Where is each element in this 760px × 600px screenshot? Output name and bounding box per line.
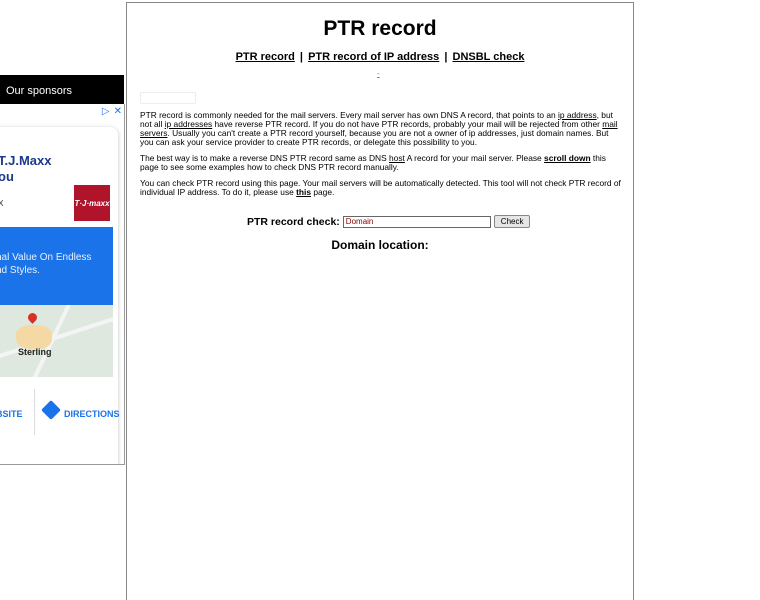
nav-separator: | [299, 51, 303, 63]
nav-link-ptr-ip[interactable]: PTR record of IP address [308, 51, 439, 63]
ad-map[interactable]: Sterling [0, 305, 113, 377]
map-area [16, 325, 52, 349]
website-button[interactable]: BSITE [0, 409, 23, 419]
main-content: PTR record PTR record | PTR record of IP… [126, 2, 634, 600]
nav-link-ptr-record[interactable]: PTR record [236, 51, 295, 63]
text: . Usually you can't create a PTR record … [140, 128, 609, 147]
tiny-link[interactable]: - [377, 69, 380, 78]
divider [34, 389, 35, 435]
ptr-check-label: PTR record check: [247, 215, 340, 228]
tool-paragraph: You can check PTR record using this page… [140, 179, 622, 197]
best-way-paragraph: The best way is to make a reverse DNS PT… [140, 154, 622, 172]
domain-location-heading: Domain location: [331, 238, 429, 252]
ad-promo[interactable]: nal Value On Endless nd Styles. [0, 227, 113, 305]
nav-link-dnsbl[interactable]: DNSBL check [453, 51, 525, 63]
close-icon[interactable]: ✕ [114, 106, 122, 117]
blank-box [140, 92, 196, 104]
text: A record for your mail server. Please [404, 153, 545, 163]
directions-icon[interactable] [41, 400, 61, 420]
sponsor-label: Our sponsors [6, 85, 73, 97]
ad-actions: BSITE DIRECTIONS [0, 389, 120, 435]
ptr-check-form: PTR record check: Check [247, 215, 531, 228]
domain-input[interactable] [342, 215, 491, 228]
nav-separator: | [444, 51, 448, 63]
ad-subline: x [0, 197, 4, 209]
map-pin-icon [26, 311, 39, 324]
page-title: PTR record [323, 17, 437, 40]
text: page. [311, 187, 335, 197]
this-page-link[interactable]: this [296, 187, 311, 197]
directions-button[interactable]: DIRECTIONS [64, 409, 120, 419]
intro-paragraph: PTR record is commonly needed for the ma… [140, 111, 622, 147]
ad-card[interactable]: T.J.Maxx ou x T·J·maxx nal Value On Endl… [0, 127, 120, 464]
ad-info-icon[interactable]: ▷ [102, 106, 110, 117]
scroll-down-link[interactable]: scroll down [544, 153, 591, 163]
text: You can check PTR record using this page… [140, 178, 621, 197]
check-button[interactable]: Check [493, 215, 531, 228]
sponsor-header: Our sponsors [0, 75, 124, 104]
ad-badge[interactable]: ▷ ✕ [102, 106, 122, 117]
sponsor-ad[interactable]: ▷ ✕ T.J.Maxx ou x T·J·maxx nal Value On … [0, 104, 125, 465]
tjmaxx-logo: T·J·maxx [74, 185, 110, 221]
nav-links: PTR record | PTR record of IP address | … [127, 51, 633, 63]
map-label: Sterling [18, 347, 52, 357]
ad-title[interactable]: T.J.Maxx ou [0, 153, 78, 185]
